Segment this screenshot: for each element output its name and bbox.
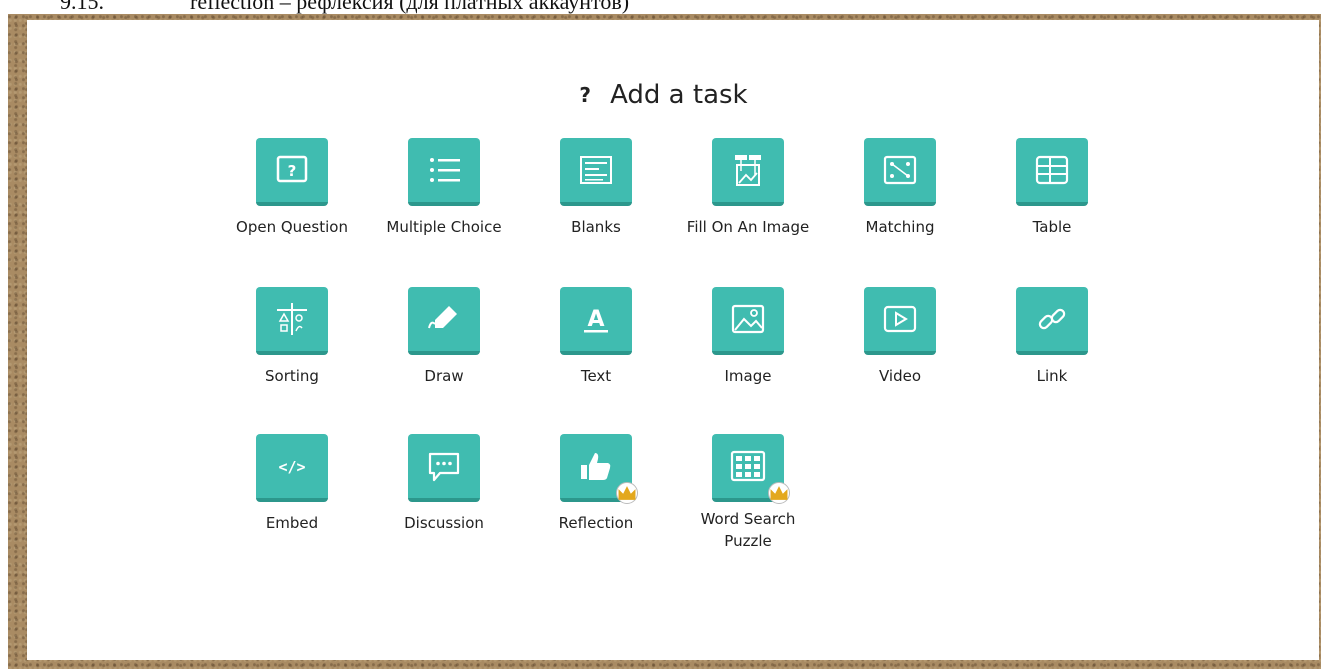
matching-button[interactable] xyxy=(864,138,936,206)
task-draw[interactable]: Draw xyxy=(374,287,514,387)
task-matching[interactable]: Matching xyxy=(830,138,970,238)
blanks-icon xyxy=(580,156,612,184)
multiple-choice-icon xyxy=(430,158,460,182)
embed-button[interactable]: </> xyxy=(256,434,328,502)
multiple-choice-button[interactable] xyxy=(408,138,480,206)
video-icon xyxy=(883,305,917,333)
add-task-panel xyxy=(27,20,1319,660)
sorting-button[interactable] xyxy=(256,287,328,355)
task-label: Table xyxy=(1032,218,1072,236)
task-label: Image xyxy=(724,367,772,385)
table-button[interactable] xyxy=(1016,138,1088,206)
task-label: Word Search Puzzle xyxy=(700,510,796,550)
task-label: Fill On An Image xyxy=(686,218,810,236)
task-label: Multiple Choice xyxy=(386,218,502,236)
task-embed[interactable]: </> Embed xyxy=(222,434,362,534)
word-search-icon xyxy=(730,450,766,482)
discussion-icon xyxy=(428,452,460,482)
question-mark-icon: ? xyxy=(579,83,591,107)
svg-text:?: ? xyxy=(288,162,297,180)
svg-text:</>: </> xyxy=(278,458,305,476)
task-text[interactable]: A Text xyxy=(526,287,666,387)
crown-icon xyxy=(770,486,788,500)
task-label: Blanks xyxy=(571,218,621,236)
task-word-search-puzzle[interactable]: Word Search Puzzle xyxy=(678,434,818,552)
task-table[interactable]: Table xyxy=(982,138,1122,238)
task-video[interactable]: Video xyxy=(830,287,970,387)
video-button[interactable] xyxy=(864,287,936,355)
reflection-button[interactable] xyxy=(560,434,638,504)
text-button[interactable]: A xyxy=(560,287,632,355)
dialog-title: ? Add a task xyxy=(0,80,1327,110)
sorting-icon xyxy=(277,303,307,335)
task-label: Embed xyxy=(265,514,319,532)
task-label: Discussion xyxy=(404,514,484,532)
open-question-icon: ? xyxy=(276,155,308,183)
draw-button[interactable] xyxy=(408,287,480,355)
embed-icon: </> xyxy=(278,458,305,476)
blanks-button[interactable] xyxy=(560,138,632,206)
task-label: Text xyxy=(580,367,612,385)
draw-icon xyxy=(428,306,457,329)
svg-text:A: A xyxy=(587,307,604,332)
task-fill-on-image[interactable]: Fill On An Image xyxy=(678,138,818,238)
heading-number: 9.15. xyxy=(60,0,104,14)
task-label: Draw xyxy=(424,367,464,385)
image-button[interactable] xyxy=(712,287,784,355)
reflection-icon xyxy=(581,453,611,480)
table-icon xyxy=(1035,155,1069,185)
task-multiple-choice[interactable]: Multiple Choice xyxy=(374,138,514,238)
task-discussion[interactable]: Discussion xyxy=(374,434,514,534)
fill-on-image-button[interactable] xyxy=(712,138,784,206)
task-label: Link xyxy=(1036,367,1068,385)
matching-icon xyxy=(883,155,917,185)
dialog-title-text: Add a task xyxy=(610,80,748,110)
open-question-button[interactable]: ? xyxy=(256,138,328,206)
task-label: Sorting xyxy=(265,367,319,385)
heading-text: reflection – рефлексия (для платных акка… xyxy=(190,0,630,14)
word-search-button[interactable] xyxy=(712,434,790,504)
task-blanks[interactable]: Blanks xyxy=(526,138,666,238)
crown-icon xyxy=(618,486,636,500)
link-button[interactable] xyxy=(1016,287,1088,355)
task-image[interactable]: Image xyxy=(678,287,818,387)
task-sorting[interactable]: Sorting xyxy=(222,287,362,387)
link-icon xyxy=(1038,308,1066,330)
task-reflection[interactable]: Reflection xyxy=(526,434,666,534)
task-label: Reflection xyxy=(558,514,634,532)
task-label: Matching xyxy=(865,218,935,236)
text-icon: A xyxy=(584,307,608,333)
image-icon xyxy=(731,304,765,334)
premium-crown-badge xyxy=(616,482,638,504)
task-label: Open Question xyxy=(236,218,348,236)
task-open-question[interactable]: ? Open Question xyxy=(222,138,362,238)
fill-on-image-icon xyxy=(735,155,761,186)
task-label: Video xyxy=(878,367,922,385)
premium-crown-badge xyxy=(768,482,790,504)
discussion-button[interactable] xyxy=(408,434,480,502)
task-link[interactable]: Link xyxy=(982,287,1122,387)
